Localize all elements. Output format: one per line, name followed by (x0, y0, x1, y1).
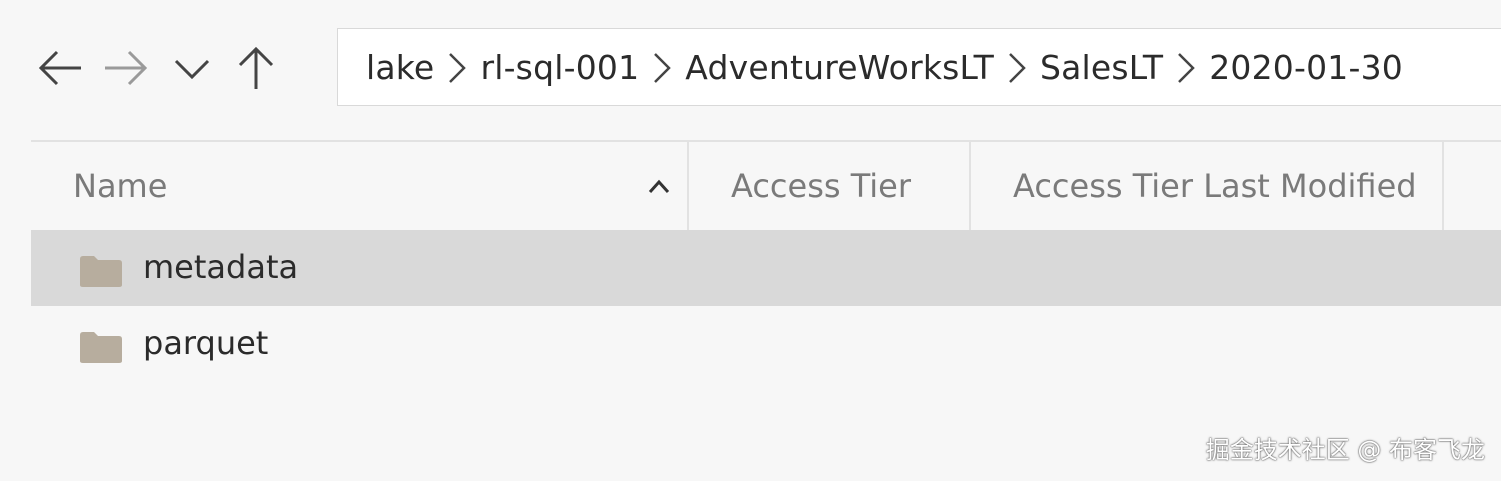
column-header-name[interactable]: Name (31, 142, 687, 230)
column-header-name-label: Name (73, 167, 168, 205)
list-item-name: metadata (143, 248, 299, 286)
chevron-right-icon[interactable] (994, 47, 1040, 87)
breadcrumb-item-database[interactable]: AdventureWorksLT (685, 48, 994, 87)
navigation-bar: lake rl-sql-001 AdventureWorksLT SalesLT… (0, 0, 1501, 140)
breadcrumb-item-server[interactable]: rl-sql-001 (480, 48, 639, 87)
column-header-access-tier-last-modified[interactable]: Access Tier Last Modified (969, 142, 1444, 230)
chevron-down-icon (174, 59, 210, 80)
arrow-left-icon (38, 50, 81, 86)
breadcrumb-item-lake[interactable]: lake (366, 48, 434, 87)
watermark: 掘金技术社区 @ 布客飞龙 (1205, 436, 1485, 464)
folder-icon (80, 256, 122, 287)
file-list: metadata parquet (31, 230, 1501, 382)
list-item[interactable]: parquet (31, 306, 1501, 382)
column-header-access-tier-label: Access Tier (731, 167, 912, 205)
column-header-access-tier[interactable]: Access Tier (687, 142, 969, 230)
arrow-up-icon (238, 46, 274, 89)
column-header-row: Name Access Tier Access Tier Last Modifi… (31, 140, 1501, 230)
column-header-access-tier-last-modified-label: Access Tier Last Modified (1013, 167, 1417, 205)
recent-locations-button[interactable] (166, 40, 218, 96)
breadcrumb-item-date[interactable]: 2020-01-30 (1209, 48, 1403, 87)
chevron-right-icon[interactable] (434, 47, 480, 87)
list-item-name: parquet (143, 324, 269, 362)
folder-icon (80, 332, 122, 363)
back-button[interactable] (32, 40, 88, 96)
chevron-right-icon[interactable] (639, 47, 685, 87)
sort-ascending-icon (648, 179, 670, 194)
storage-explorer-window: lake rl-sql-001 AdventureWorksLT SalesLT… (0, 0, 1501, 481)
arrow-right-icon (105, 50, 148, 86)
forward-button[interactable] (98, 40, 154, 96)
address-bar[interactable]: lake rl-sql-001 AdventureWorksLT SalesLT… (337, 28, 1501, 106)
breadcrumb-item-schema[interactable]: SalesLT (1040, 48, 1163, 87)
list-item[interactable]: metadata (31, 230, 1501, 306)
up-button[interactable] (230, 40, 282, 96)
chevron-right-icon[interactable] (1163, 47, 1209, 87)
